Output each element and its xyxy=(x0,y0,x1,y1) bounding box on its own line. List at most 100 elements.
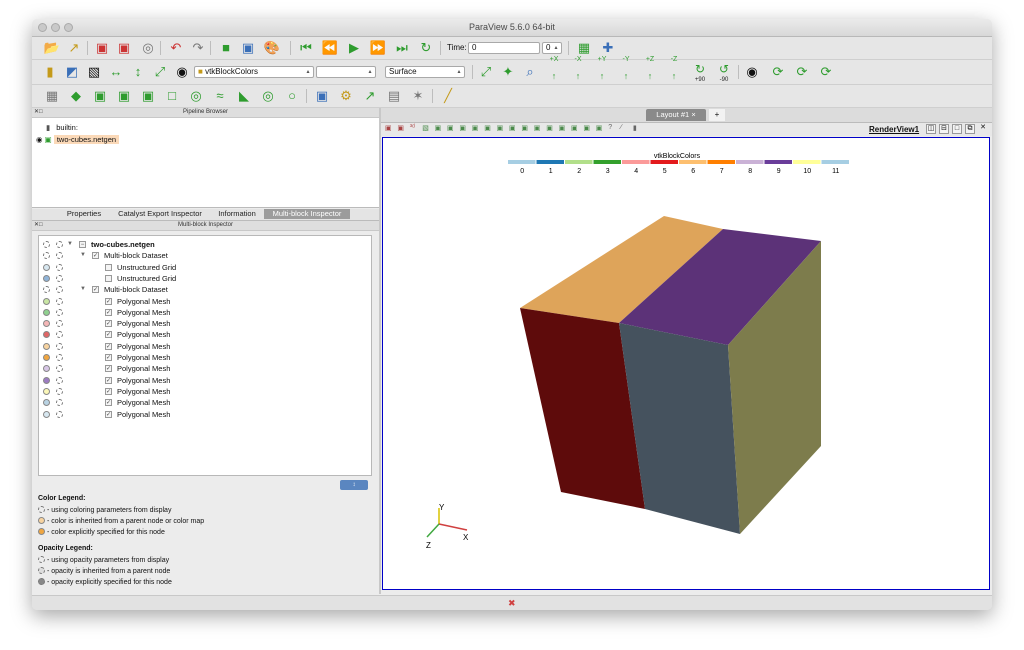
opacity-state-icon[interactable] xyxy=(56,263,63,271)
extract-level-icon[interactable]: ○ xyxy=(284,88,300,104)
view-plus-x-button[interactable]: +X ↑ xyxy=(546,56,562,81)
tree-row[interactable]: ✓ Polygonal Mesh xyxy=(39,352,369,363)
add-layout-tab-button[interactable]: + xyxy=(709,109,725,121)
expand-arrow-icon[interactable]: ▼ xyxy=(80,250,86,261)
color-by-select[interactable]: ■ vtkBlockColors ▴ xyxy=(194,66,314,78)
color-state-icon[interactable] xyxy=(43,320,50,328)
pick-icon[interactable]: ∕ xyxy=(621,124,622,131)
selection-display-icon[interactable]: ▣ xyxy=(314,88,330,104)
tree-row[interactable]: ✓ Polygonal Mesh xyxy=(39,386,369,397)
opacity-state-icon[interactable] xyxy=(56,354,63,361)
group-datasets-icon[interactable]: ◎ xyxy=(260,88,276,104)
glyph-icon[interactable]: ◎ xyxy=(188,88,204,104)
tree-row[interactable]: ▼ ✓ Multi-block Dataset xyxy=(39,250,369,261)
panel-splitter[interactable] xyxy=(379,108,381,594)
visibility-checkbox[interactable]: ✓ xyxy=(105,297,112,305)
color-state-icon[interactable] xyxy=(43,297,50,305)
pick-center-icon[interactable]: ⟳ xyxy=(818,64,834,80)
color-state-icon[interactable] xyxy=(43,410,50,418)
view-plus-z-button[interactable]: +Z ↑ xyxy=(642,56,658,81)
visibility-checkbox[interactable]: ✓ xyxy=(105,331,112,339)
visibility-checkbox[interactable]: ✓ xyxy=(105,308,112,316)
opacity-state-icon[interactable] xyxy=(56,241,63,248)
loop-icon[interactable]: ↻ xyxy=(418,40,434,56)
hover-cells-icon[interactable]: ▣ xyxy=(559,124,566,132)
first-frame-icon[interactable]: ⏮ xyxy=(298,40,314,56)
interaction-mode-icon[interactable]: ▣ xyxy=(385,124,392,132)
clip-icon[interactable]: ▣ xyxy=(92,88,108,104)
redo-icon[interactable]: ↷ xyxy=(190,40,206,56)
inspector-options-button[interactable]: ↕ xyxy=(340,480,368,490)
rotate-minus-90-button[interactable]: ↺ -90 xyxy=(716,61,732,83)
ruler-icon[interactable]: ╱ xyxy=(440,88,456,104)
next-frame-icon[interactable]: ⏩ xyxy=(370,40,386,56)
component-select[interactable]: ▴ xyxy=(316,66,376,78)
select-block-icon[interactable]: ▣ xyxy=(509,124,516,132)
visibility-checkbox[interactable]: ✓ xyxy=(105,387,112,395)
tree-row[interactable]: ✓ Polygonal Mesh xyxy=(39,318,369,329)
tree-row[interactable]: ✓ Polygonal Mesh xyxy=(39,363,369,374)
show-axes-icon[interactable]: ▣ xyxy=(397,124,404,132)
visibility-checkbox[interactable]: ✓ xyxy=(105,320,112,328)
tree-row[interactable]: ✓ Polygonal Mesh xyxy=(39,409,369,420)
capture-screenshot-icon[interactable]: ▣ xyxy=(240,40,256,56)
select-frustum-points-icon[interactable]: ▣ xyxy=(484,124,491,132)
select-frustum-cells-icon[interactable]: ▣ xyxy=(472,124,479,132)
open-file-icon[interactable]: 📂 xyxy=(44,40,60,56)
view-minus-z-button[interactable]: -Z ↑ xyxy=(666,56,682,81)
edit-colormap-icon[interactable]: ◩ xyxy=(64,64,80,80)
slice-icon[interactable]: ▣ xyxy=(116,88,132,104)
close-layout-tab-icon[interactable]: × xyxy=(691,110,695,119)
tree-row[interactable]: ✓ Polygonal Mesh xyxy=(39,296,369,307)
interactive-select-cells-icon[interactable]: ▣ xyxy=(521,124,528,132)
opacity-state-icon[interactable] xyxy=(56,286,63,294)
visibility-checkbox[interactable]: ✓ xyxy=(105,354,112,361)
connect-icon[interactable]: ◎ xyxy=(140,40,156,56)
opacity-state-icon[interactable] xyxy=(56,252,63,260)
color-state-icon[interactable] xyxy=(43,376,50,384)
tab-properties[interactable]: Properties xyxy=(60,209,108,219)
stream-tracer-icon[interactable]: ≈ xyxy=(212,88,228,104)
tree-row[interactable]: ✓ Polygonal Mesh xyxy=(39,329,369,340)
clear-selection-icon[interactable]: ▣ xyxy=(596,124,603,132)
opacity-state-icon[interactable] xyxy=(56,274,63,282)
color-state-icon[interactable] xyxy=(43,387,50,395)
opacity-state-icon[interactable] xyxy=(56,410,63,418)
hover-query-icon[interactable]: ? xyxy=(608,124,612,131)
save-state-icon[interactable]: ▣ xyxy=(116,40,132,56)
select-surface-points-icon[interactable]: ▣ xyxy=(459,124,466,132)
color-state-icon[interactable] xyxy=(43,331,50,339)
threshold-icon[interactable]: ▣ xyxy=(140,88,156,104)
orientation-axes-icon[interactable]: ⟳ xyxy=(770,64,786,80)
rescale-custom-icon[interactable]: ↔ xyxy=(108,64,124,80)
output-messages-icon[interactable]: ✖ xyxy=(508,598,516,609)
visibility-checkbox[interactable] xyxy=(105,274,112,282)
opacity-state-icon[interactable] xyxy=(56,376,63,384)
color-state-icon[interactable] xyxy=(43,308,50,316)
tree-row[interactable]: ✓ Polygonal Mesh xyxy=(39,341,369,352)
center-axes-icon[interactable]: ⟳ xyxy=(794,64,810,80)
pipeline-item-builtin[interactable]: ▮ builtin: xyxy=(46,122,78,133)
color-state-icon[interactable] xyxy=(43,365,50,373)
layout-tab[interactable]: Layout #1 × xyxy=(646,109,706,121)
color-state-icon[interactable] xyxy=(43,252,50,260)
visibility-eye-icon[interactable]: ◉ xyxy=(36,135,43,144)
rescale-visible-icon[interactable]: ⤢ xyxy=(152,64,168,80)
tab-information[interactable]: Information xyxy=(212,209,262,219)
color-palette-icon[interactable]: 🎨 xyxy=(264,40,280,56)
capture-icon[interactable]: ▮ xyxy=(633,124,637,132)
maximize-view-button[interactable]: □ xyxy=(952,124,962,134)
spreadsheet-icon[interactable]: ⚙ xyxy=(338,88,354,104)
color-state-icon[interactable] xyxy=(43,286,50,294)
save-data-icon[interactable]: ▣ xyxy=(94,40,110,56)
visibility-checkbox[interactable]: ✓ xyxy=(92,286,99,294)
undo-icon[interactable]: ↶ xyxy=(168,40,184,56)
interactive-select-points-icon[interactable]: ▣ xyxy=(534,124,541,132)
view-minus-y-button[interactable]: -Y ↑ xyxy=(618,56,634,81)
select-polygon-cells-icon[interactable]: ▣ xyxy=(497,124,504,132)
view-plus-y-button[interactable]: +Y ↑ xyxy=(594,56,610,81)
select-surface-cells-icon[interactable]: ▣ xyxy=(447,124,454,132)
color-state-icon[interactable] xyxy=(43,354,50,361)
reset-camera-2-icon[interactable]: ⤢ xyxy=(478,64,494,80)
toggle-3d-icon[interactable]: ³ᵈ xyxy=(410,124,415,131)
